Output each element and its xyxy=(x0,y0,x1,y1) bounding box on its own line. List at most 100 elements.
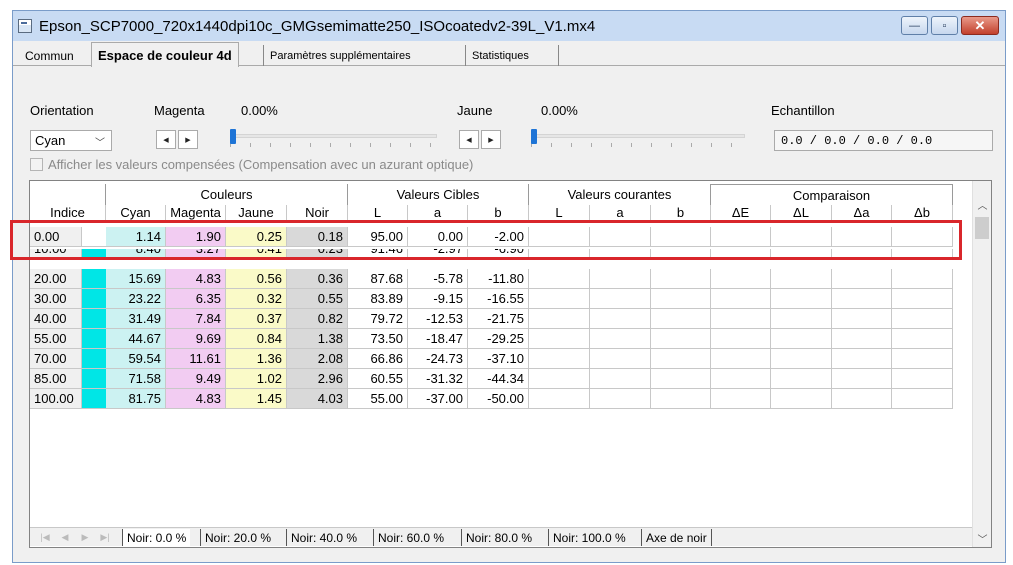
cell-jaune[interactable]: 0.37 xyxy=(226,309,287,329)
cell-magenta[interactable]: 9.49 xyxy=(166,369,226,389)
col-header-magenta[interactable]: Magenta xyxy=(166,205,226,221)
tab-commun[interactable]: Commun xyxy=(19,45,80,66)
cell-noir[interactable]: 2.08 xyxy=(287,349,348,369)
scroll-down-icon[interactable]: ﹀ xyxy=(973,529,991,547)
cell-target-l[interactable]: 87.68 xyxy=(348,269,408,289)
cell-noir[interactable]: 0.55 xyxy=(287,289,348,309)
cell-empty[interactable] xyxy=(892,349,953,369)
cell-noir[interactable]: 2.96 xyxy=(287,369,348,389)
col-header-jaune[interactable]: Jaune xyxy=(226,205,287,221)
cell-empty[interactable] xyxy=(771,269,832,289)
sheet-tab-noir-60[interactable]: Noir: 60.0 % xyxy=(373,529,448,546)
slider-thumb[interactable] xyxy=(230,129,236,144)
table-row[interactable]: 85.00 71.58 9.49 1.02 2.96 60.55 -31.32 -44.34 xyxy=(30,369,953,389)
cell-empty[interactable] xyxy=(529,269,590,289)
col-header-target-a[interactable]: a xyxy=(408,205,468,221)
sheet-tab-noir-80[interactable]: Noir: 80.0 % xyxy=(461,529,536,546)
cell-empty[interactable] xyxy=(711,329,771,349)
cell-target-l[interactable]: 60.55 xyxy=(348,369,408,389)
cell-empty[interactable] xyxy=(590,289,651,309)
cell-empty[interactable] xyxy=(529,289,590,309)
cell-magenta[interactable]: 4.83 xyxy=(166,269,226,289)
cell-empty[interactable] xyxy=(892,309,953,329)
cell-empty[interactable] xyxy=(711,289,771,309)
cell-empty[interactable] xyxy=(832,389,892,409)
col-header-delta-l[interactable]: ΔL xyxy=(771,205,832,221)
cell-empty[interactable] xyxy=(529,349,590,369)
table-row[interactable]: 70.00 59.54 11.61 1.36 2.08 66.86 -24.73 -37.10 xyxy=(30,349,953,369)
close-button[interactable]: ✕ xyxy=(961,16,999,35)
col-header-target-b[interactable]: b xyxy=(468,205,529,221)
cell-empty[interactable] xyxy=(832,329,892,349)
cell-empty[interactable] xyxy=(590,389,651,409)
cell-empty[interactable] xyxy=(892,329,953,349)
cell-empty[interactable] xyxy=(832,269,892,289)
arrow-right-icon[interactable]: ▶ xyxy=(481,130,501,149)
cell-indice[interactable]: 85.00 xyxy=(30,369,82,389)
col-header-delta-e[interactable]: ΔE xyxy=(711,205,771,221)
col-header-current-l[interactable]: L xyxy=(529,205,590,221)
cell-indice[interactable]: 100.00 xyxy=(30,389,82,409)
col-header-delta-a[interactable]: Δa xyxy=(832,205,892,221)
cell-target-a[interactable]: -9.15 xyxy=(408,289,468,309)
cell-target-b[interactable]: -50.00 xyxy=(468,389,529,409)
cell-empty[interactable] xyxy=(832,309,892,329)
orientation-select[interactable]: Cyan ﹀ xyxy=(30,130,112,151)
cell-empty[interactable] xyxy=(711,389,771,409)
cell-magenta[interactable]: 4.83 xyxy=(166,389,226,409)
col-header-cyan[interactable]: Cyan xyxy=(106,205,166,221)
cell-cyan[interactable]: 23.22 xyxy=(106,289,166,309)
cell-empty[interactable] xyxy=(590,269,651,289)
cell-target-b[interactable]: -11.80 xyxy=(468,269,529,289)
last-sheet-icon[interactable]: ▶| xyxy=(98,531,112,544)
cell-magenta[interactable]: 9.69 xyxy=(166,329,226,349)
cell-empty[interactable] xyxy=(590,309,651,329)
table-row[interactable]: 30.00 23.22 6.35 0.32 0.55 83.89 -9.15 -16.55 xyxy=(30,289,953,309)
cell-empty[interactable] xyxy=(529,309,590,329)
maximize-button[interactable]: ▫ xyxy=(931,16,958,35)
cell-magenta[interactable]: 6.35 xyxy=(166,289,226,309)
table-row[interactable]: 100.00 81.75 4.83 1.45 4.03 55.00 -37.00 -50.00 xyxy=(30,389,953,409)
arrow-left-icon[interactable]: ◀ xyxy=(459,130,479,149)
minimize-button[interactable]: — xyxy=(901,16,928,35)
sheet-tab-noir-20[interactable]: Noir: 20.0 % xyxy=(200,529,275,546)
cell-empty[interactable] xyxy=(711,309,771,329)
cell-target-l[interactable]: 66.86 xyxy=(348,349,408,369)
cell-target-l[interactable]: 83.89 xyxy=(348,289,408,309)
cell-empty[interactable] xyxy=(590,329,651,349)
arrow-left-icon[interactable]: ◀ xyxy=(156,130,176,149)
cell-cyan[interactable]: 44.67 xyxy=(106,329,166,349)
cell-empty[interactable] xyxy=(832,369,892,389)
arrow-right-icon[interactable]: ▶ xyxy=(178,130,198,149)
tab-parametres-supplementaires[interactable]: Paramètres supplémentaires xyxy=(263,45,417,66)
vertical-scrollbar[interactable]: ︿ ﹀ xyxy=(972,181,991,547)
cell-empty[interactable] xyxy=(529,329,590,349)
slider-thumb[interactable] xyxy=(531,129,537,144)
tab-espace-couleur-4d[interactable]: Espace de couleur 4d xyxy=(91,42,239,67)
table-row[interactable]: 20.00 15.69 4.83 0.56 0.36 87.68 -5.78 -11.80 xyxy=(30,269,953,289)
cell-jaune[interactable]: 0.56 xyxy=(226,269,287,289)
sheet-tab-noir-100[interactable]: Noir: 100.0 % xyxy=(548,529,630,546)
cell-jaune[interactable]: 1.45 xyxy=(226,389,287,409)
sheet-tab-noir-0[interactable]: Noir: 0.0 % xyxy=(122,529,191,546)
cell-empty[interactable] xyxy=(529,369,590,389)
cell-target-l[interactable]: 73.50 xyxy=(348,329,408,349)
magenta-slider[interactable] xyxy=(230,129,437,148)
cell-empty[interactable] xyxy=(651,269,711,289)
cell-target-b[interactable]: -21.75 xyxy=(468,309,529,329)
cell-empty[interactable] xyxy=(590,369,651,389)
cell-jaune[interactable]: 0.84 xyxy=(226,329,287,349)
cell-empty[interactable] xyxy=(651,329,711,349)
cell-cyan[interactable]: 71.58 xyxy=(106,369,166,389)
next-sheet-icon[interactable]: ▶ xyxy=(78,531,92,544)
compensation-checkbox[interactable]: Afficher les valeurs compensées (Compens… xyxy=(30,157,473,172)
prev-sheet-icon[interactable]: ◀ xyxy=(58,531,72,544)
sheet-tab-noir-40[interactable]: Noir: 40.0 % xyxy=(286,529,361,546)
cell-target-a[interactable]: -18.47 xyxy=(408,329,468,349)
col-header-current-a[interactable]: a xyxy=(590,205,651,221)
cell-cyan[interactable]: 81.75 xyxy=(106,389,166,409)
cell-empty[interactable] xyxy=(771,289,832,309)
cell-jaune[interactable]: 1.36 xyxy=(226,349,287,369)
cell-empty[interactable] xyxy=(651,349,711,369)
col-header-current-b[interactable]: b xyxy=(651,205,711,221)
